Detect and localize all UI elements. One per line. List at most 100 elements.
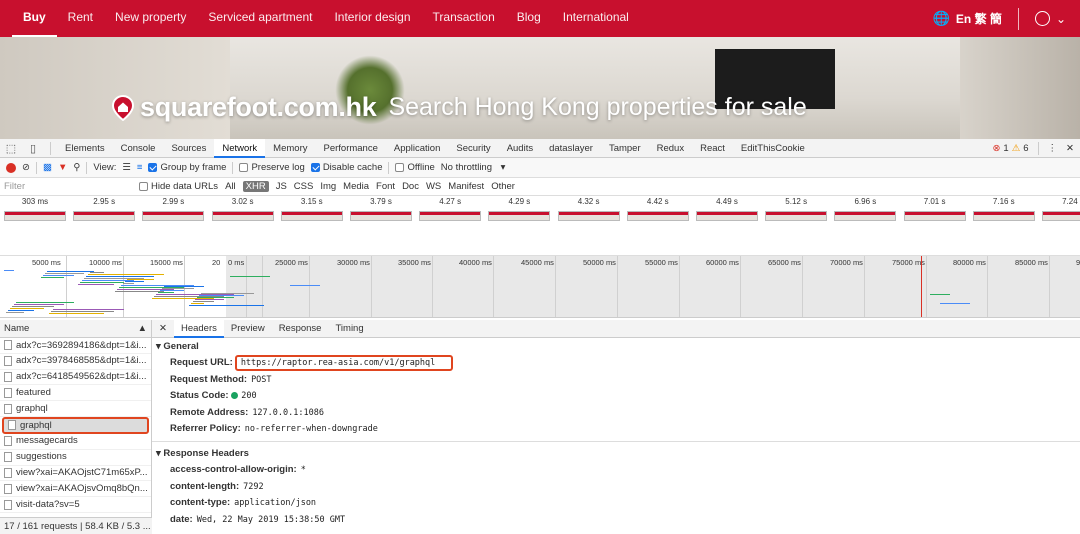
tab-response[interactable]: Response xyxy=(272,320,329,338)
filmstrip-frame[interactable]: 3.79 s xyxy=(350,196,412,221)
tab-dataslayer[interactable]: dataslayer xyxy=(541,139,601,158)
user-icon[interactable] xyxy=(1034,11,1050,26)
type-ws[interactable]: WS xyxy=(426,181,441,192)
throttling-select[interactable]: No throttling ▾ xyxy=(441,162,506,173)
close-detail-icon[interactable]: ✕ xyxy=(152,320,174,338)
type-doc[interactable]: Doc xyxy=(402,181,419,192)
nav-international[interactable]: International xyxy=(552,0,640,37)
filmstrip-frame[interactable]: 3.15 s xyxy=(280,196,343,221)
tab-network[interactable]: Network xyxy=(214,138,266,158)
request-row[interactable]: messagecards xyxy=(0,434,151,450)
request-row[interactable]: adx?c=3978468585&dpt=1&i... xyxy=(0,354,151,370)
waterfall-icon[interactable]: ≡ xyxy=(137,162,143,173)
nav-serviced-apartment[interactable]: Serviced apartment xyxy=(197,0,323,37)
tab-audits[interactable]: Audits xyxy=(499,139,541,158)
type-manifest[interactable]: Manifest xyxy=(448,181,484,192)
general-section-toggle[interactable]: ▾ General xyxy=(152,338,1080,355)
type-img[interactable]: Img xyxy=(320,181,336,192)
tab-sources[interactable]: Sources xyxy=(163,139,214,158)
type-css[interactable]: CSS xyxy=(294,181,314,192)
tab-application[interactable]: Application xyxy=(386,139,448,158)
response-headers-toggle[interactable]: ▾ Response Headers xyxy=(152,445,1080,462)
filmstrip-frame[interactable]: 3.02 s xyxy=(211,196,274,221)
request-row[interactable]: graphql xyxy=(0,401,151,417)
checkbox[interactable] xyxy=(139,181,148,191)
nav-rent[interactable]: Rent xyxy=(57,0,104,37)
type-media[interactable]: Media xyxy=(343,181,369,192)
chevron-down-icon[interactable]: ⌄ xyxy=(1056,12,1066,26)
request-row[interactable]: featured xyxy=(0,385,151,402)
frame-thumbnail xyxy=(765,211,828,221)
checkbox[interactable] xyxy=(148,162,158,172)
search-icon[interactable]: ⚲ xyxy=(73,162,80,173)
name-column-header[interactable]: Name xyxy=(4,323,29,334)
request-row[interactable]: view?xai=AKAOjstC71m65xP... xyxy=(0,466,151,482)
filmstrip-frame[interactable]: 2.99 s xyxy=(142,196,205,221)
checkbox[interactable] xyxy=(239,162,249,172)
more-options-icon[interactable]: ⋮ xyxy=(1048,143,1058,154)
tab-performance[interactable]: Performance xyxy=(315,139,385,158)
request-row[interactable]: adx?c=6418549562&dpt=1&i... xyxy=(0,370,151,386)
preserve-log-checkbox[interactable]: Preserve log xyxy=(239,162,305,173)
tab-headers[interactable]: Headers xyxy=(173,319,224,338)
type-js[interactable]: JS xyxy=(276,181,287,192)
filmstrip-frame[interactable]: 4.27 s xyxy=(419,196,482,221)
request-list-header[interactable]: Name ▲ xyxy=(0,320,151,338)
tab-security[interactable]: Security xyxy=(448,139,498,158)
large-rows-icon[interactable]: ☰ xyxy=(122,162,131,173)
filmstrip-frame[interactable]: 4.42 s xyxy=(626,196,689,221)
device-toggle-icon[interactable]: ▯ xyxy=(22,142,44,155)
tab-console[interactable]: Console xyxy=(113,139,164,158)
filmstrip-frame[interactable]: 4.32 s xyxy=(557,196,620,221)
filmstrip-frame[interactable]: 2.95 s xyxy=(73,196,136,221)
nav-transaction[interactable]: Transaction xyxy=(422,0,506,37)
request-row[interactable]: suggestions xyxy=(0,450,151,466)
close-icon[interactable]: ✕ xyxy=(1066,143,1074,154)
type-xhr[interactable]: XHR xyxy=(242,181,269,192)
filter-icon[interactable]: ▼ xyxy=(58,162,67,173)
capture-screenshots-icon[interactable]: ▩ xyxy=(43,162,52,173)
request-row[interactable]: adx?c=3692894186&dpt=1&i... xyxy=(0,338,151,354)
type-font[interactable]: Font xyxy=(376,181,395,192)
request-row[interactable]: visit-data?sv=5 xyxy=(0,497,151,513)
timeline-overview[interactable]: 5000 ms 10000 ms 15000 ms 20 0 ms 25000 ms 300… xyxy=(0,256,1080,318)
tab-timing[interactable]: Timing xyxy=(328,320,370,338)
tab-redux[interactable]: Redux xyxy=(649,139,692,158)
tab-preview[interactable]: Preview xyxy=(224,320,272,338)
clear-icon[interactable]: ⊘ xyxy=(22,162,30,173)
type-all[interactable]: All xyxy=(225,181,236,192)
filmstrip-frame[interactable]: 4.29 s xyxy=(488,196,551,221)
type-other[interactable]: Other xyxy=(491,181,515,192)
nav-interior-design[interactable]: Interior design xyxy=(323,0,421,37)
disable-cache-checkbox[interactable]: Disable cache xyxy=(310,162,382,173)
tab-elements[interactable]: Elements xyxy=(57,139,113,158)
nav-blog[interactable]: Blog xyxy=(506,0,552,37)
filmstrip-frame[interactable]: 7.01 s xyxy=(903,196,966,221)
error-warning-counter[interactable]: ⊗ 1 ⚠ 6 ⋮ ✕ xyxy=(992,141,1080,155)
filmstrip-frame[interactable]: 6.96 s xyxy=(834,196,897,221)
group-by-frame-checkbox[interactable]: Group by frame xyxy=(148,162,226,173)
checkbox[interactable] xyxy=(395,162,405,172)
tab-editthiscookie[interactable]: EditThisCookie xyxy=(733,139,813,158)
filmstrip-frame[interactable]: 4.49 s xyxy=(696,196,758,221)
hide-data-urls-checkbox[interactable]: Hide data URLs xyxy=(139,181,218,192)
nav-buy[interactable]: Buy xyxy=(12,0,57,37)
request-row[interactable]: view?xai=AKAOjsvOmq8bQn... xyxy=(0,481,151,498)
filmstrip-frame[interactable]: 7.16 s xyxy=(972,196,1035,221)
filter-input[interactable]: Filter xyxy=(4,181,132,192)
checkbox[interactable] xyxy=(310,162,320,172)
request-row[interactable]: graphql xyxy=(2,416,149,434)
tab-memory[interactable]: Memory xyxy=(265,139,315,158)
tab-tamper[interactable]: Tamper xyxy=(601,139,649,158)
tab-react[interactable]: React xyxy=(692,139,733,158)
filmstrip-frame[interactable]: 303 ms xyxy=(4,196,66,221)
site-logo[interactable]: squarefoot.com.hk xyxy=(140,92,377,123)
record-icon[interactable] xyxy=(6,162,16,173)
inspect-icon[interactable]: ⬚ xyxy=(0,142,22,155)
language-switcher[interactable]: En 繁 簡 xyxy=(956,10,1002,27)
globe-icon[interactable]: 🌐 xyxy=(932,10,949,27)
nav-new-property[interactable]: New property xyxy=(104,0,197,37)
filmstrip-frame[interactable]: 7.24 s xyxy=(1042,196,1080,221)
offline-checkbox[interactable]: Offline xyxy=(395,162,435,173)
filmstrip-frame[interactable]: 5.12 s xyxy=(765,196,828,221)
